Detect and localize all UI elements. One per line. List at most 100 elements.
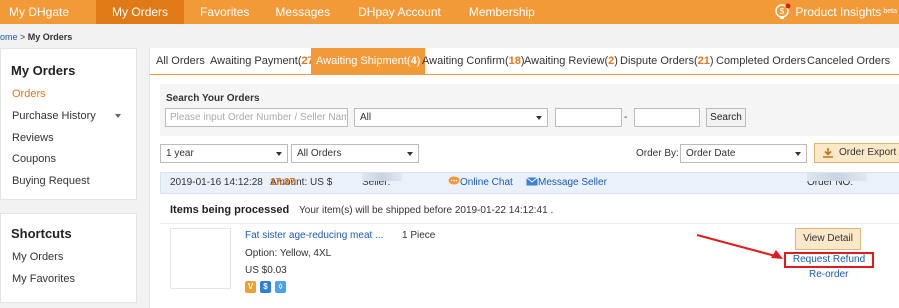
search-button[interactable]: Search xyxy=(706,108,746,127)
nav-favorites[interactable]: Favorites xyxy=(184,0,275,24)
view-detail-button[interactable]: View Detail xyxy=(795,228,861,250)
tab-count: 18 xyxy=(508,55,521,67)
message-seller-label: Message Seller xyxy=(538,177,607,188)
shield-badge-icon: $ xyxy=(260,281,271,293)
sidebar-item-coupons[interactable]: Coupons xyxy=(12,153,56,165)
chat-icon xyxy=(448,176,460,185)
tab-label: Canceled Orders xyxy=(807,55,891,67)
export-label: Order Export xyxy=(839,147,897,158)
envelope-icon xyxy=(526,177,538,186)
status-select[interactable]: All Orders xyxy=(291,144,419,163)
download-icon xyxy=(823,148,833,158)
orders-panel: All Orders Awaiting Payment(27) Awaiting… xyxy=(149,48,899,308)
tab-label: Awaiting Review( xyxy=(524,55,609,67)
product-quantity: 1 Piece xyxy=(402,230,436,241)
date-from-input[interactable] xyxy=(555,108,622,127)
product-option: Option: Yellow, 4XL xyxy=(245,248,332,259)
seller-name-redacted xyxy=(362,173,402,181)
select-value: All xyxy=(360,112,372,123)
order-date: 2019-01-16 14:12:28 xyxy=(170,177,263,188)
order-by-label: Order By: xyxy=(636,148,679,159)
order-no-redacted xyxy=(807,173,867,181)
sidebar-item-reviews[interactable]: Reviews xyxy=(12,132,54,144)
svg-text:$: $ xyxy=(780,7,785,16)
amount-value: 17.37 xyxy=(270,177,296,188)
breadcrumb: ome > My Orders xyxy=(0,32,72,42)
search-panel: Search Your Orders Please input Order Nu… xyxy=(160,84,899,136)
beta-tag: beta xyxy=(883,8,897,15)
caret-down-icon xyxy=(115,114,121,118)
message-seller-link[interactable]: Message Seller xyxy=(526,173,607,193)
breadcrumb-home[interactable]: ome xyxy=(0,32,18,42)
breadcrumb-separator: > xyxy=(17,32,28,42)
online-chat-link[interactable]: Online Chat xyxy=(448,173,513,193)
period-select[interactable]: 1 year xyxy=(160,144,288,163)
nav-messages[interactable]: Messages xyxy=(275,0,358,24)
reorder-link[interactable]: Re-order xyxy=(809,269,848,280)
lightbulb-icon: $ xyxy=(775,3,791,19)
tab-all-orders[interactable]: All Orders xyxy=(156,48,205,75)
order-search-input[interactable]: Please input Order Number / Seller Name xyxy=(165,108,348,127)
tab-close-paren: ) xyxy=(709,55,714,67)
nav-my-orders[interactable]: My Orders xyxy=(96,0,185,24)
processing-note: Your item(s) will be shipped before 2019… xyxy=(299,205,554,216)
product-insights-label: Product Insights xyxy=(795,5,882,19)
tab-label: Dispute Orders( xyxy=(620,55,698,67)
tab-label: Completed Orders xyxy=(716,55,806,67)
select-value: All Orders xyxy=(297,148,342,159)
tab-completed-orders[interactable]: Completed Orders xyxy=(716,48,806,75)
tab-dispute-orders[interactable]: Dispute Orders(21) xyxy=(620,48,714,75)
tab-awaiting-shipment[interactable]: Awaiting Shipment(4) xyxy=(311,48,426,75)
order-export-button[interactable]: Order Export xyxy=(814,143,899,163)
protection-badge-icon: ◊ xyxy=(275,281,286,293)
select-value: 1 year xyxy=(166,148,194,159)
dropdown-arrow-icon xyxy=(407,152,413,156)
dropdown-arrow-icon xyxy=(276,152,282,156)
dropdown-arrow-icon xyxy=(795,152,801,156)
sidebar-title: My Orders xyxy=(11,63,76,78)
tab-awaiting-payment[interactable]: Awaiting Payment(27) xyxy=(210,48,317,75)
product-insights-link[interactable]: $ Product Insights beta xyxy=(775,0,899,24)
tab-awaiting-confirm[interactable]: Awaiting Confirm(18) xyxy=(422,48,525,75)
order-by-select[interactable]: Order Date xyxy=(680,144,807,163)
tab-label: Awaiting Payment( xyxy=(210,55,302,67)
vip-badge-icon: V xyxy=(245,281,256,293)
processing-title: Items being processed xyxy=(170,204,290,216)
sidebar-item-label: Purchase History xyxy=(12,110,96,122)
sidebar-item-buying-request[interactable]: Buying Request xyxy=(12,175,90,187)
annotation-arrow xyxy=(696,234,783,259)
select-value: Order Date xyxy=(686,148,736,159)
nav-my-dhgate[interactable]: My DHgate xyxy=(0,0,96,24)
nav-membership[interactable]: Membership xyxy=(469,0,553,24)
tab-label: All Orders xyxy=(156,55,205,67)
tab-awaiting-review[interactable]: Awaiting Review(2) xyxy=(524,48,618,75)
shortcuts-title: Shortcuts xyxy=(11,226,72,241)
tab-close-paren: ) xyxy=(416,55,421,67)
product-name-link[interactable]: Fat sister age-reducing meat ... xyxy=(245,230,383,241)
date-range-dash: - xyxy=(624,112,628,123)
online-chat-label: Online Chat xyxy=(460,177,513,188)
product-thumbnail[interactable] xyxy=(170,228,231,289)
tab-canceled-orders[interactable]: Canceled Orders xyxy=(807,48,890,75)
tab-count: 21 xyxy=(697,55,710,67)
search-label: Search Your Orders xyxy=(166,93,260,104)
nav-dhpay-account[interactable]: DHpay Account xyxy=(358,0,469,24)
request-refund-link[interactable]: Request Refund xyxy=(784,252,874,268)
shortcut-my-orders[interactable]: My Orders xyxy=(12,251,63,263)
search-filter-select[interactable]: All xyxy=(354,108,548,127)
order-header: 2019-01-16 14:12:28 Amount: US $ 17.37 S… xyxy=(160,172,899,194)
sidebar-my-orders: My Orders Orders Purchase History Review… xyxy=(0,48,137,200)
shortcut-my-favorites[interactable]: My Favorites xyxy=(12,273,75,285)
product-badges: V $ ◊ xyxy=(245,281,286,293)
tab-close-paren: ) xyxy=(614,55,618,67)
order-status-tabs: All Orders Awaiting Payment(27) Awaiting… xyxy=(150,48,899,75)
top-nav: My DHgate My Orders Favorites Messages D… xyxy=(0,0,899,24)
date-to-input[interactable] xyxy=(634,108,700,127)
processing-banner: Items being processed Your item(s) will … xyxy=(160,198,899,224)
sidebar-item-orders[interactable]: Orders xyxy=(12,88,46,100)
tab-label: Awaiting Shipment( xyxy=(316,55,411,67)
breadcrumb-current: My Orders xyxy=(27,32,73,42)
sidebar-item-purchase-history[interactable]: Purchase History xyxy=(12,110,121,122)
sidebar-shortcuts: Shortcuts My Orders My Favorites xyxy=(0,213,137,303)
dropdown-arrow-icon xyxy=(536,116,542,120)
